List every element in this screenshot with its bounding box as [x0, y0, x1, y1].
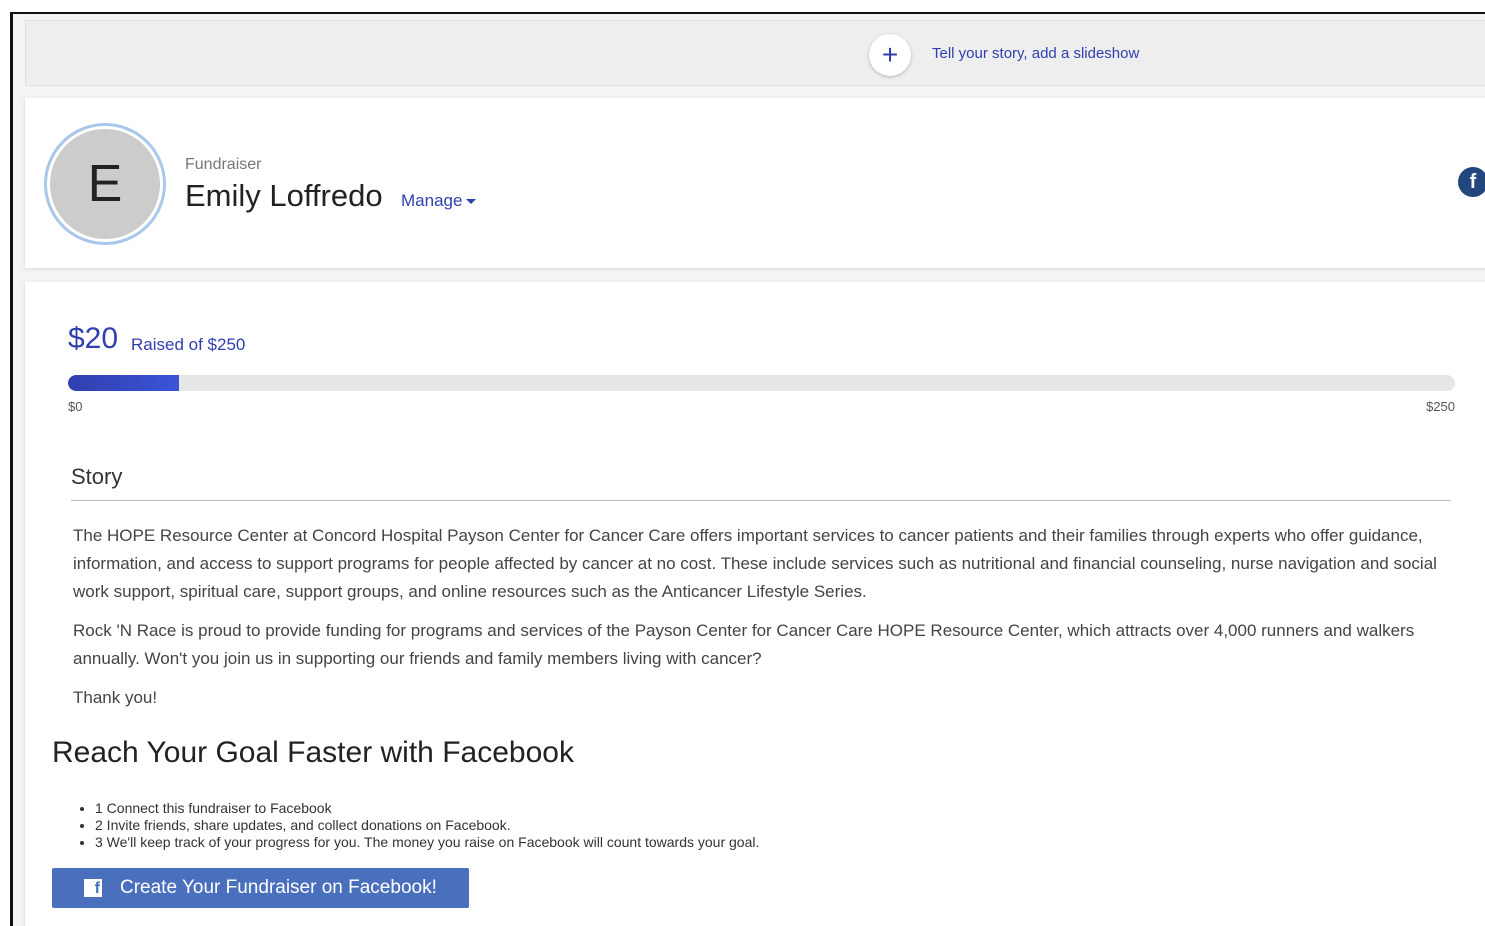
create-facebook-fundraiser-button[interactable]: f Create Your Fundraiser on Facebook! — [52, 868, 469, 908]
avatar: E — [44, 123, 166, 245]
list-item: 1 Connect this fundraiser to Facebook — [95, 800, 759, 817]
story-paragraph: Rock 'N Race is proud to provide funding… — [73, 621, 1415, 668]
list-item: 3 We'll keep track of your progress for … — [95, 834, 759, 851]
story-body: The HOPE Resource Center at Concord Hosp… — [73, 522, 1443, 723]
progress-min-label: $0 — [68, 399, 83, 414]
raised-of-goal: Raised of $250 — [131, 335, 246, 354]
divider — [71, 500, 1451, 501]
page-frame: + Tell your story, add a slideshow E Fun… — [10, 12, 1485, 926]
list-item: 2 Invite friends, share updates, and col… — [95, 817, 759, 834]
progress-max-label: $250 — [1426, 399, 1455, 414]
facebook-square-icon: f — [84, 879, 102, 897]
progress-bar — [68, 375, 1455, 391]
facebook-button-label: Create Your Fundraiser on Facebook! — [120, 877, 437, 898]
raised-amount: $20 — [68, 322, 119, 355]
facebook-heading: Reach Your Goal Faster with Facebook — [52, 736, 574, 769]
manage-label: Manage — [401, 191, 463, 210]
story-paragraph: Thank you! — [73, 688, 158, 707]
add-slideshow-button[interactable]: + — [869, 34, 911, 76]
main-card: $20 Raised of $250 $0 $250 Story The HOP… — [25, 282, 1485, 926]
facebook-steps-list: 1 Connect this fundraiser to Facebook 2 … — [77, 800, 759, 851]
chevron-down-icon — [466, 199, 477, 205]
slideshow-bar: + Tell your story, add a slideshow — [25, 20, 1485, 86]
avatar-initial: E — [50, 129, 160, 239]
role-label: Fundraiser — [185, 156, 262, 173]
facebook-icon[interactable]: f — [1458, 167, 1485, 197]
manage-dropdown[interactable]: Manage — [401, 191, 477, 211]
plus-icon: + — [881, 39, 899, 70]
fundraiser-name: Emily Loffredo — [185, 178, 383, 213]
add-slideshow-link[interactable]: Tell your story, add a slideshow — [932, 45, 1139, 62]
progress-fill — [68, 375, 179, 391]
story-paragraph: The HOPE Resource Center at Concord Hosp… — [73, 526, 1437, 601]
story-title: Story — [71, 464, 123, 489]
profile-card: E Fundraiser Emily Loffredo Manage f — [25, 98, 1485, 268]
